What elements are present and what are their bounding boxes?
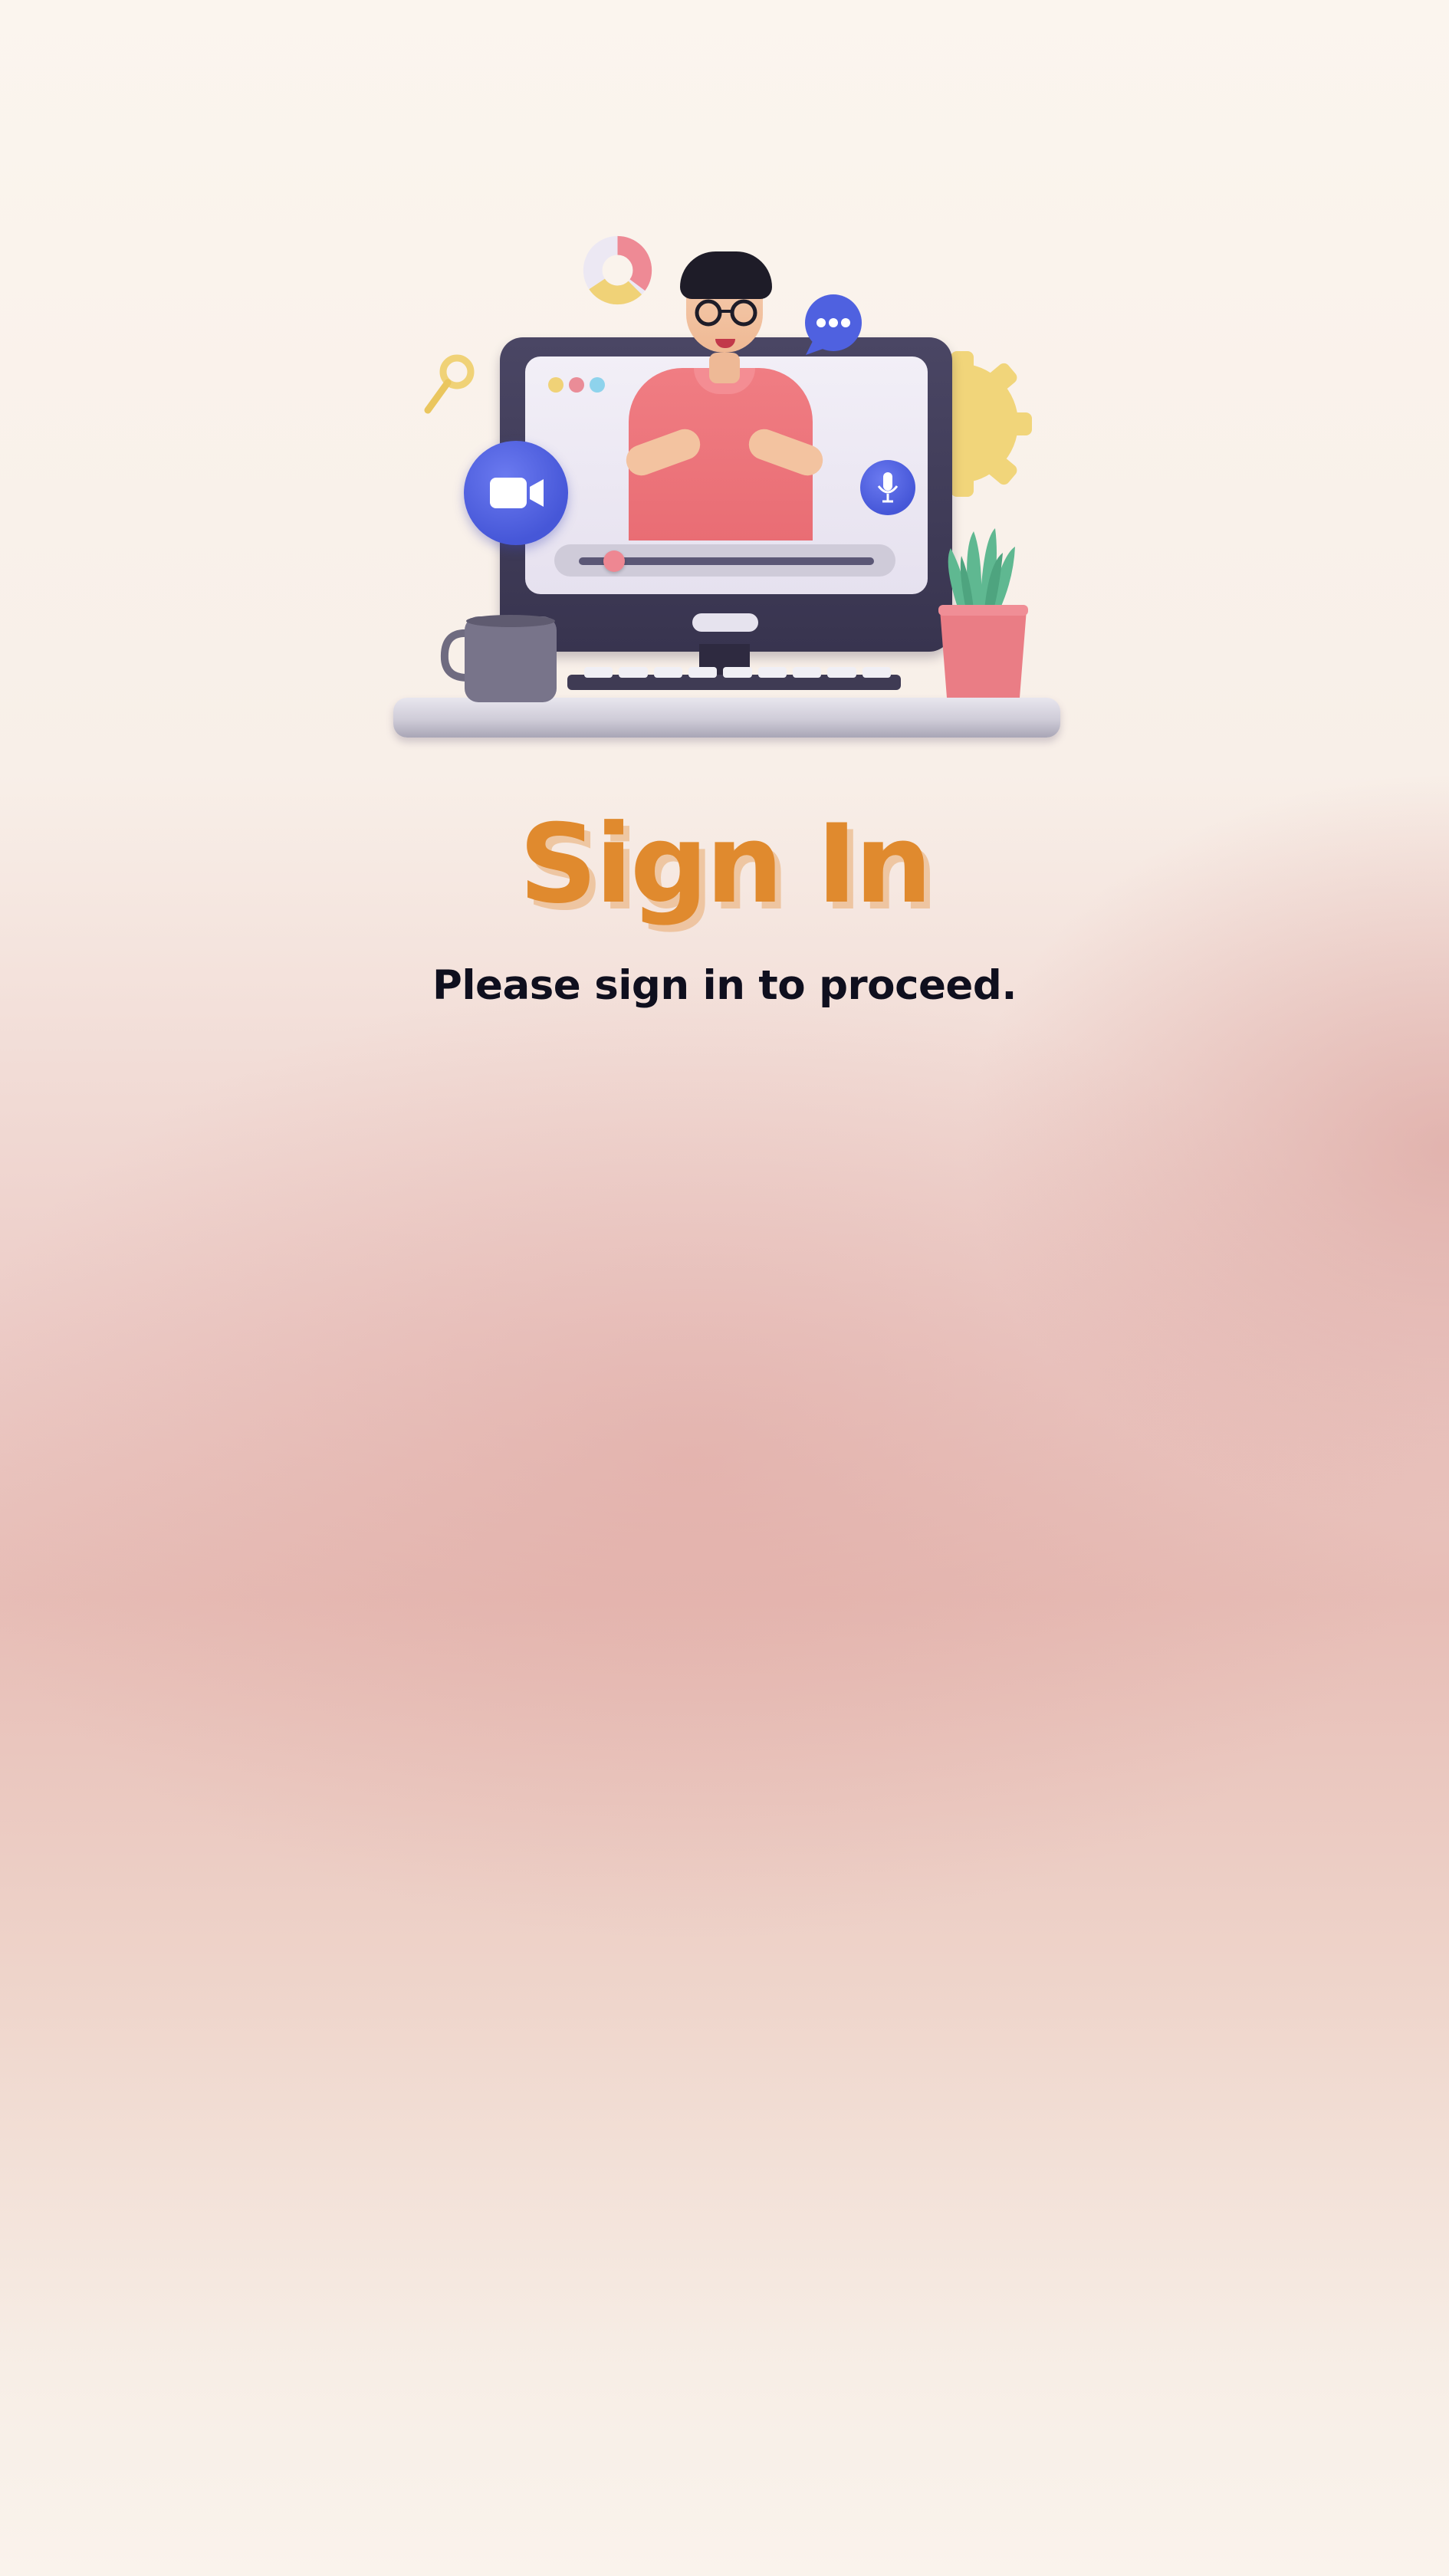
donut-chart-icon bbox=[583, 235, 652, 305]
microphone-badge bbox=[860, 460, 915, 515]
hero-illustration bbox=[383, 215, 1073, 767]
window-dot-yellow bbox=[548, 377, 564, 393]
monitor-button bbox=[692, 613, 758, 632]
video-camera-icon bbox=[490, 478, 544, 508]
video-progress-knob bbox=[603, 550, 626, 572]
desk bbox=[393, 698, 1060, 738]
window-dot-red bbox=[569, 377, 584, 393]
page-subtitle: Please sign in to proceed. bbox=[432, 962, 1017, 1009]
window-dot-blue bbox=[590, 377, 605, 393]
chat-bubble-icon bbox=[805, 294, 862, 355]
microphone-icon bbox=[877, 472, 899, 503]
coffee-mug-icon bbox=[440, 615, 557, 702]
presenter-neck bbox=[709, 353, 740, 383]
video-camera-badge bbox=[464, 441, 568, 545]
plant-icon bbox=[938, 528, 1028, 698]
page-title: Sign In bbox=[518, 801, 932, 928]
magnifier-icon bbox=[424, 354, 475, 414]
presenter-hair bbox=[680, 251, 772, 299]
glasses-icon bbox=[695, 299, 757, 327]
keyboard-keys bbox=[584, 667, 891, 678]
